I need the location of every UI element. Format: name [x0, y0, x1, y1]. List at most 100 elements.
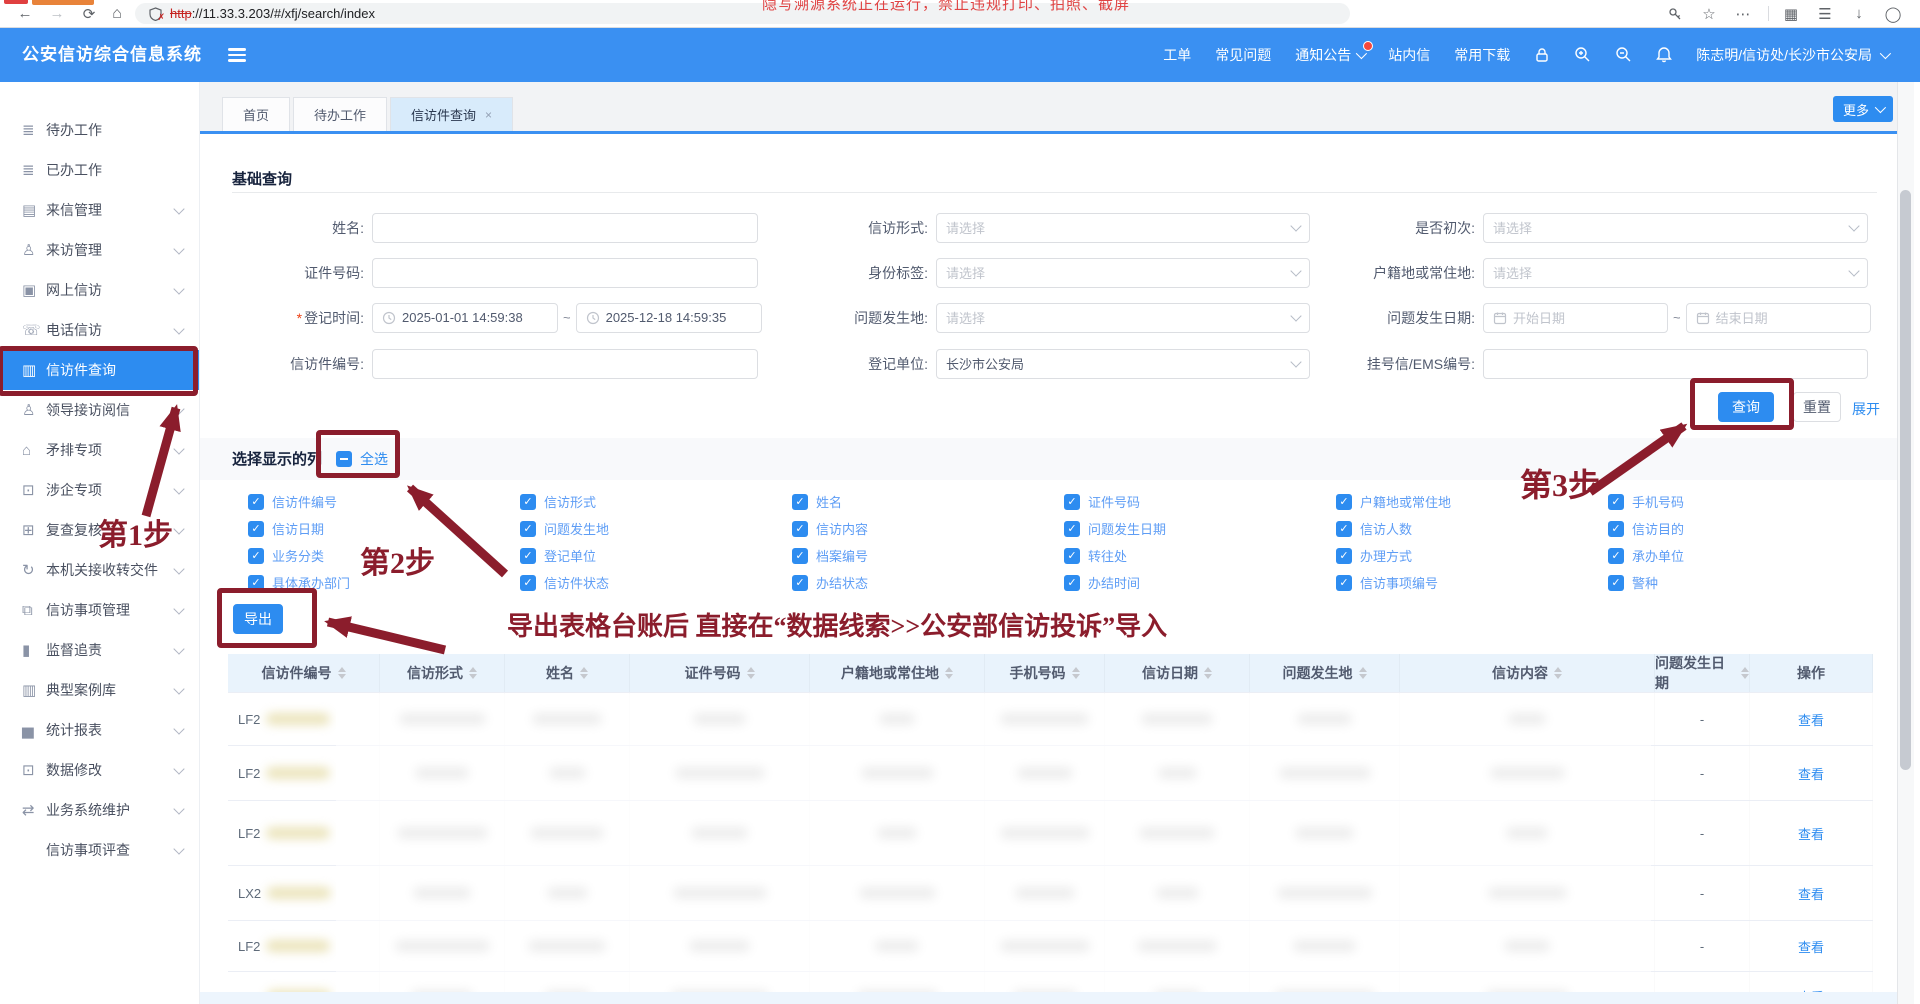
sort-icon[interactable] — [1554, 667, 1562, 679]
select-all-checkbox[interactable]: 全选 — [336, 449, 388, 469]
column-checkbox-姓名[interactable]: ✓姓名 — [792, 492, 842, 511]
sidebar-item-复查复核[interactable]: ⊞复查复核 — [0, 510, 199, 550]
column-header-信访内容[interactable]: 信访内容 — [1400, 654, 1655, 692]
text-input[interactable] — [372, 213, 758, 243]
view-link[interactable]: 查看 — [1798, 764, 1824, 783]
sort-icon[interactable] — [945, 667, 953, 679]
column-header-问题发生地[interactable]: 问题发生地 — [1250, 654, 1400, 692]
sidebar-item-监督追责[interactable]: ▮监督追责 — [0, 630, 199, 670]
column-header-手机号码[interactable]: 手机号码 — [985, 654, 1105, 692]
column-checkbox-信访内容[interactable]: ✓信访内容 — [792, 519, 868, 538]
sidebar-item-数据修改[interactable]: ⊡数据修改 — [0, 750, 199, 790]
column-checkbox-档案编号[interactable]: ✓档案编号 — [792, 546, 868, 565]
browser-back-button[interactable]: ← — [12, 0, 38, 27]
apps-grid-icon[interactable]: ▦ — [1778, 0, 1804, 27]
datetime-input[interactable]: 2025-01-01 14:59:38 — [372, 303, 558, 333]
column-checkbox-办结时间[interactable]: ✓办结时间 — [1064, 573, 1140, 592]
header-nav-item[interactable]: 通知公告 — [1295, 45, 1364, 65]
url-bar[interactable]: ✗ http://11.33.3.203/#/xfj/search/index — [135, 3, 1350, 24]
more-tabs-button[interactable]: 更多 — [1833, 96, 1893, 122]
browser-menu-icon[interactable]: ⋯ — [1730, 0, 1756, 27]
zoom-out-icon[interactable] — [1615, 46, 1632, 63]
column-checkbox-手机号码[interactable]: ✓手机号码 — [1608, 492, 1684, 511]
column-checkbox-信访日期[interactable]: ✓信访日期 — [248, 519, 324, 538]
column-checkbox-问题发生日期[interactable]: ✓问题发生日期 — [1064, 519, 1166, 538]
sidebar-item-典型案例库[interactable]: ▥典型案例库 — [0, 670, 199, 710]
text-input-field[interactable] — [382, 264, 748, 281]
sort-icon[interactable] — [1204, 667, 1212, 679]
column-checkbox-信访人数[interactable]: ✓信访人数 — [1336, 519, 1412, 538]
column-checkbox-信访件编号[interactable]: ✓信访件编号 — [248, 492, 337, 511]
column-checkbox-承办单位[interactable]: ✓承办单位 — [1608, 546, 1684, 565]
view-link[interactable]: 查看 — [1798, 710, 1824, 729]
sidebar-item-电话信访[interactable]: ☏电话信访 — [0, 310, 199, 350]
select-input[interactable]: 请选择 — [936, 258, 1310, 288]
sort-icon[interactable] — [1741, 667, 1749, 679]
column-checkbox-警种[interactable]: ✓警种 — [1608, 573, 1658, 592]
tab-信访件查询[interactable]: 信访件查询× — [390, 97, 513, 131]
vertical-scrollbar[interactable] — [1897, 82, 1914, 1004]
column-header-问题发生日期[interactable]: 问题发生日期 — [1655, 654, 1750, 692]
bookmarks-list-icon[interactable]: ☰ — [1812, 0, 1838, 27]
sidebar-item-矛排专项[interactable]: ⌂矛排专项 — [0, 430, 199, 470]
site-security-icon[interactable]: ✗ — [149, 7, 162, 21]
header-nav-item[interactable]: 站内信 — [1388, 45, 1430, 65]
query-button[interactable]: 查询 — [1718, 392, 1774, 422]
sidebar-item-信访事项管理[interactable]: ⧉信访事项管理 — [0, 590, 199, 630]
column-header-户籍地或常住地[interactable]: 户籍地或常住地 — [810, 654, 985, 692]
sidebar-item-涉企专项[interactable]: ⊡涉企专项 — [0, 470, 199, 510]
lock-icon[interactable] — [1534, 47, 1550, 63]
close-icon[interactable]: × — [485, 108, 492, 122]
sort-icon[interactable] — [747, 667, 755, 679]
column-checkbox-信访目的[interactable]: ✓信访目的 — [1608, 519, 1684, 538]
sidebar-item-领导接访阅信[interactable]: ♙领导接访阅信 — [0, 390, 199, 430]
select-input[interactable]: 请选择 — [936, 303, 1310, 333]
sidebar-item-本机关接收转交件[interactable]: ↻本机关接收转交件 — [0, 550, 199, 590]
column-checkbox-办结状态[interactable]: ✓办结状态 — [792, 573, 868, 592]
expand-link[interactable]: 展开 — [1852, 399, 1880, 419]
column-header-信访件编号[interactable]: 信访件编号 — [228, 654, 380, 692]
reset-button[interactable]: 重置 — [1793, 392, 1841, 422]
column-header-操作[interactable]: 操作 — [1750, 654, 1873, 692]
select-input[interactable]: 请选择 — [1483, 258, 1868, 288]
zoom-in-icon[interactable] — [1574, 46, 1591, 63]
column-checkbox-信访事项编号[interactable]: ✓信访事项编号 — [1336, 573, 1438, 592]
column-checkbox-证件号码[interactable]: ✓证件号码 — [1064, 492, 1140, 511]
sidebar-item-业务系统维护[interactable]: ⇄业务系统维护 — [0, 790, 199, 830]
sidebar-item-待办工作[interactable]: ≣待办工作 — [0, 110, 199, 150]
select-input[interactable]: 长沙市公安局 — [936, 349, 1310, 379]
sidebar-item-已办工作[interactable]: ≣已办工作 — [0, 150, 199, 190]
column-header-证件号码[interactable]: 证件号码 — [630, 654, 810, 692]
tab-首页[interactable]: 首页 — [222, 97, 290, 131]
scrollbar-thumb[interactable] — [1900, 190, 1911, 770]
user-menu[interactable]: 陈志明/信访处/长沙市公安局 — [1696, 45, 1888, 65]
header-nav-item[interactable]: 工单 — [1163, 45, 1191, 65]
select-input[interactable]: 请选择 — [936, 213, 1310, 243]
sort-icon[interactable] — [1072, 667, 1080, 679]
browser-home-button[interactable]: ⌂ — [104, 0, 130, 27]
header-nav-item[interactable]: 常见问题 — [1215, 45, 1271, 65]
text-input[interactable] — [1483, 349, 1868, 379]
password-key-icon[interactable] — [1662, 0, 1688, 27]
tab-待办工作[interactable]: 待办工作 — [293, 97, 387, 131]
column-checkbox-户籍地或常住地[interactable]: ✓户籍地或常住地 — [1336, 492, 1451, 511]
menu-toggle-icon[interactable] — [228, 48, 246, 65]
column-checkbox-转往处[interactable]: ✓转往处 — [1064, 546, 1127, 565]
view-link[interactable]: 查看 — [1798, 884, 1824, 903]
column-checkbox-信访件状态[interactable]: ✓信访件状态 — [520, 573, 609, 592]
column-checkbox-问题发生地[interactable]: ✓问题发生地 — [520, 519, 609, 538]
browser-reload-button[interactable]: ⟳ — [76, 0, 102, 27]
downloads-icon[interactable]: ↓ — [1846, 0, 1872, 27]
text-input[interactable] — [372, 258, 758, 288]
bookmark-star-icon[interactable]: ☆ — [1696, 0, 1722, 27]
sidebar-item-信访事项评查[interactable]: 信访事项评查 — [0, 830, 199, 870]
sidebar-item-信访件查询[interactable]: ▥信访件查询 — [0, 350, 199, 390]
column-header-信访形式[interactable]: 信访形式 — [380, 654, 505, 692]
sort-icon[interactable] — [1359, 667, 1367, 679]
bell-icon[interactable] — [1656, 46, 1672, 63]
view-link[interactable]: 查看 — [1798, 824, 1824, 843]
export-button[interactable]: 导出 — [233, 604, 283, 634]
column-header-信访日期[interactable]: 信访日期 — [1105, 654, 1250, 692]
date-input[interactable]: 结束日期 — [1686, 303, 1871, 333]
select-input[interactable]: 请选择 — [1483, 213, 1868, 243]
